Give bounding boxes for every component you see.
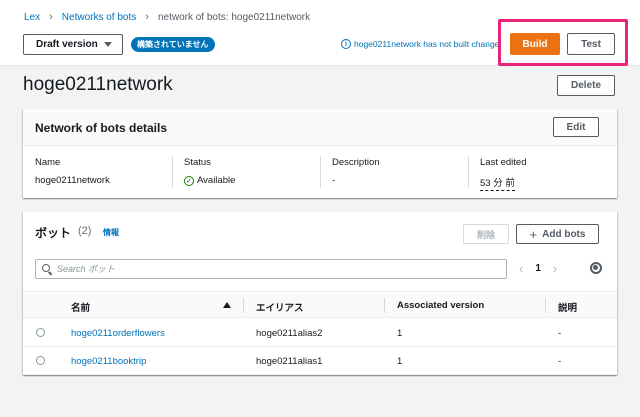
bots-panel: ボット (2) 情報 削除 + Add bots ‹ 1 › 名前 エイリアス … [23, 212, 617, 375]
field-last-edited: Last edited 53 分 前 [480, 157, 527, 191]
column-header-name[interactable]: 名前 [71, 300, 90, 314]
column-divider [243, 298, 244, 313]
version-select[interactable]: Draft version [23, 34, 123, 55]
breadcrumb-current: network of bots: hoge0211network [157, 11, 311, 23]
field-label: Last edited [480, 157, 527, 168]
status-badge: 構築されていません [131, 37, 215, 52]
build-info-note: i hoge0211network has not built change [341, 39, 498, 49]
breadcrumb-networks-of-bots[interactable]: Networks of bots [62, 12, 136, 23]
gear-icon[interactable] [590, 262, 602, 274]
table-header: 名前 エイリアス Associated version 説明 [23, 291, 617, 318]
bot-name-link[interactable]: hoge0211orderflowers [71, 328, 165, 339]
details-panel: Network of bots details Edit Name hoge02… [23, 109, 617, 198]
field-value: hoge0211network [35, 175, 110, 186]
column-divider [545, 298, 546, 313]
bot-description: - [558, 356, 562, 367]
field-status: Status ✓ Available [184, 157, 235, 186]
version-select-label: Draft version [36, 39, 98, 50]
bot-alias: hoge0211alias1 [256, 356, 323, 367]
search-box[interactable] [35, 259, 507, 279]
last-edited-value[interactable]: 53 分 前 [480, 178, 515, 191]
caret-down-icon [104, 42, 112, 47]
info-circle-icon: i [341, 39, 351, 49]
top-bar: Lex › Networks of bots › network of bots… [0, 0, 640, 66]
column-divider [384, 298, 385, 313]
column-header-version[interactable]: Associated version [397, 300, 484, 311]
check-circle-icon: ✓ [184, 175, 194, 186]
info-link[interactable]: 情報 [103, 227, 119, 238]
field-name: Name hoge0211network [35, 157, 110, 186]
remove-button[interactable]: 削除 [463, 224, 509, 244]
row-radio[interactable] [36, 356, 45, 365]
field-label: Status [184, 157, 211, 168]
table-row[interactable]: hoge0211orderflowers hoge0211alias2 1 - [23, 319, 617, 347]
plus-icon: + [529, 226, 538, 242]
row-radio[interactable] [36, 328, 45, 337]
divider [320, 156, 321, 188]
search-input[interactable] [57, 264, 497, 274]
details-title: Network of bots details [35, 121, 168, 135]
column-header-description[interactable]: 説明 [558, 300, 577, 314]
delete-button[interactable]: Delete [557, 75, 615, 96]
bots-count: (2) [78, 225, 92, 237]
bot-description: - [558, 328, 562, 339]
chevron-right-icon: › [49, 11, 53, 23]
bot-name-link[interactable]: hoge0211booktrip [71, 356, 146, 367]
breadcrumb-lex[interactable]: Lex [24, 12, 40, 23]
bot-alias: hoge0211alias2 [256, 328, 323, 339]
bot-version: 1 [397, 328, 403, 339]
field-value: ✓ Available [184, 175, 235, 186]
search-icon [42, 264, 52, 274]
build-info-text: hoge0211network has not built change [354, 39, 498, 49]
details-header: Network of bots details Edit [23, 109, 617, 146]
table-row[interactable]: hoge0211booktrip hoge0211alias1 1 - [23, 347, 617, 375]
breadcrumb: Lex › Networks of bots › network of bots… [24, 11, 310, 23]
add-bots-button[interactable]: + Add bots [516, 224, 599, 244]
divider [172, 156, 173, 188]
pagination: ‹ 1 › [519, 261, 557, 276]
field-label: Name [35, 157, 61, 168]
column-header-alias[interactable]: エイリアス [256, 300, 304, 314]
build-button[interactable]: Build [510, 33, 560, 55]
sort-ascending-icon[interactable] [223, 302, 231, 308]
page-number[interactable]: 1 [535, 263, 541, 274]
test-button[interactable]: Test [567, 33, 615, 55]
chevron-right-icon: › [145, 11, 149, 23]
edit-button[interactable]: Edit [553, 117, 599, 137]
page-title: hoge0211network [23, 74, 173, 95]
field-value: - [332, 175, 336, 186]
field-label: Description [332, 157, 380, 168]
chevron-left-icon[interactable]: ‹ [519, 261, 523, 276]
add-bots-label: Add bots [542, 228, 586, 240]
bot-version: 1 [397, 356, 403, 367]
status-text: Available [197, 175, 236, 186]
bots-title: ボット [35, 226, 72, 240]
field-value: 53 分 前 [480, 175, 526, 191]
field-description: Description - [332, 157, 380, 186]
divider [468, 156, 469, 188]
chevron-right-icon[interactable]: › [553, 261, 557, 276]
